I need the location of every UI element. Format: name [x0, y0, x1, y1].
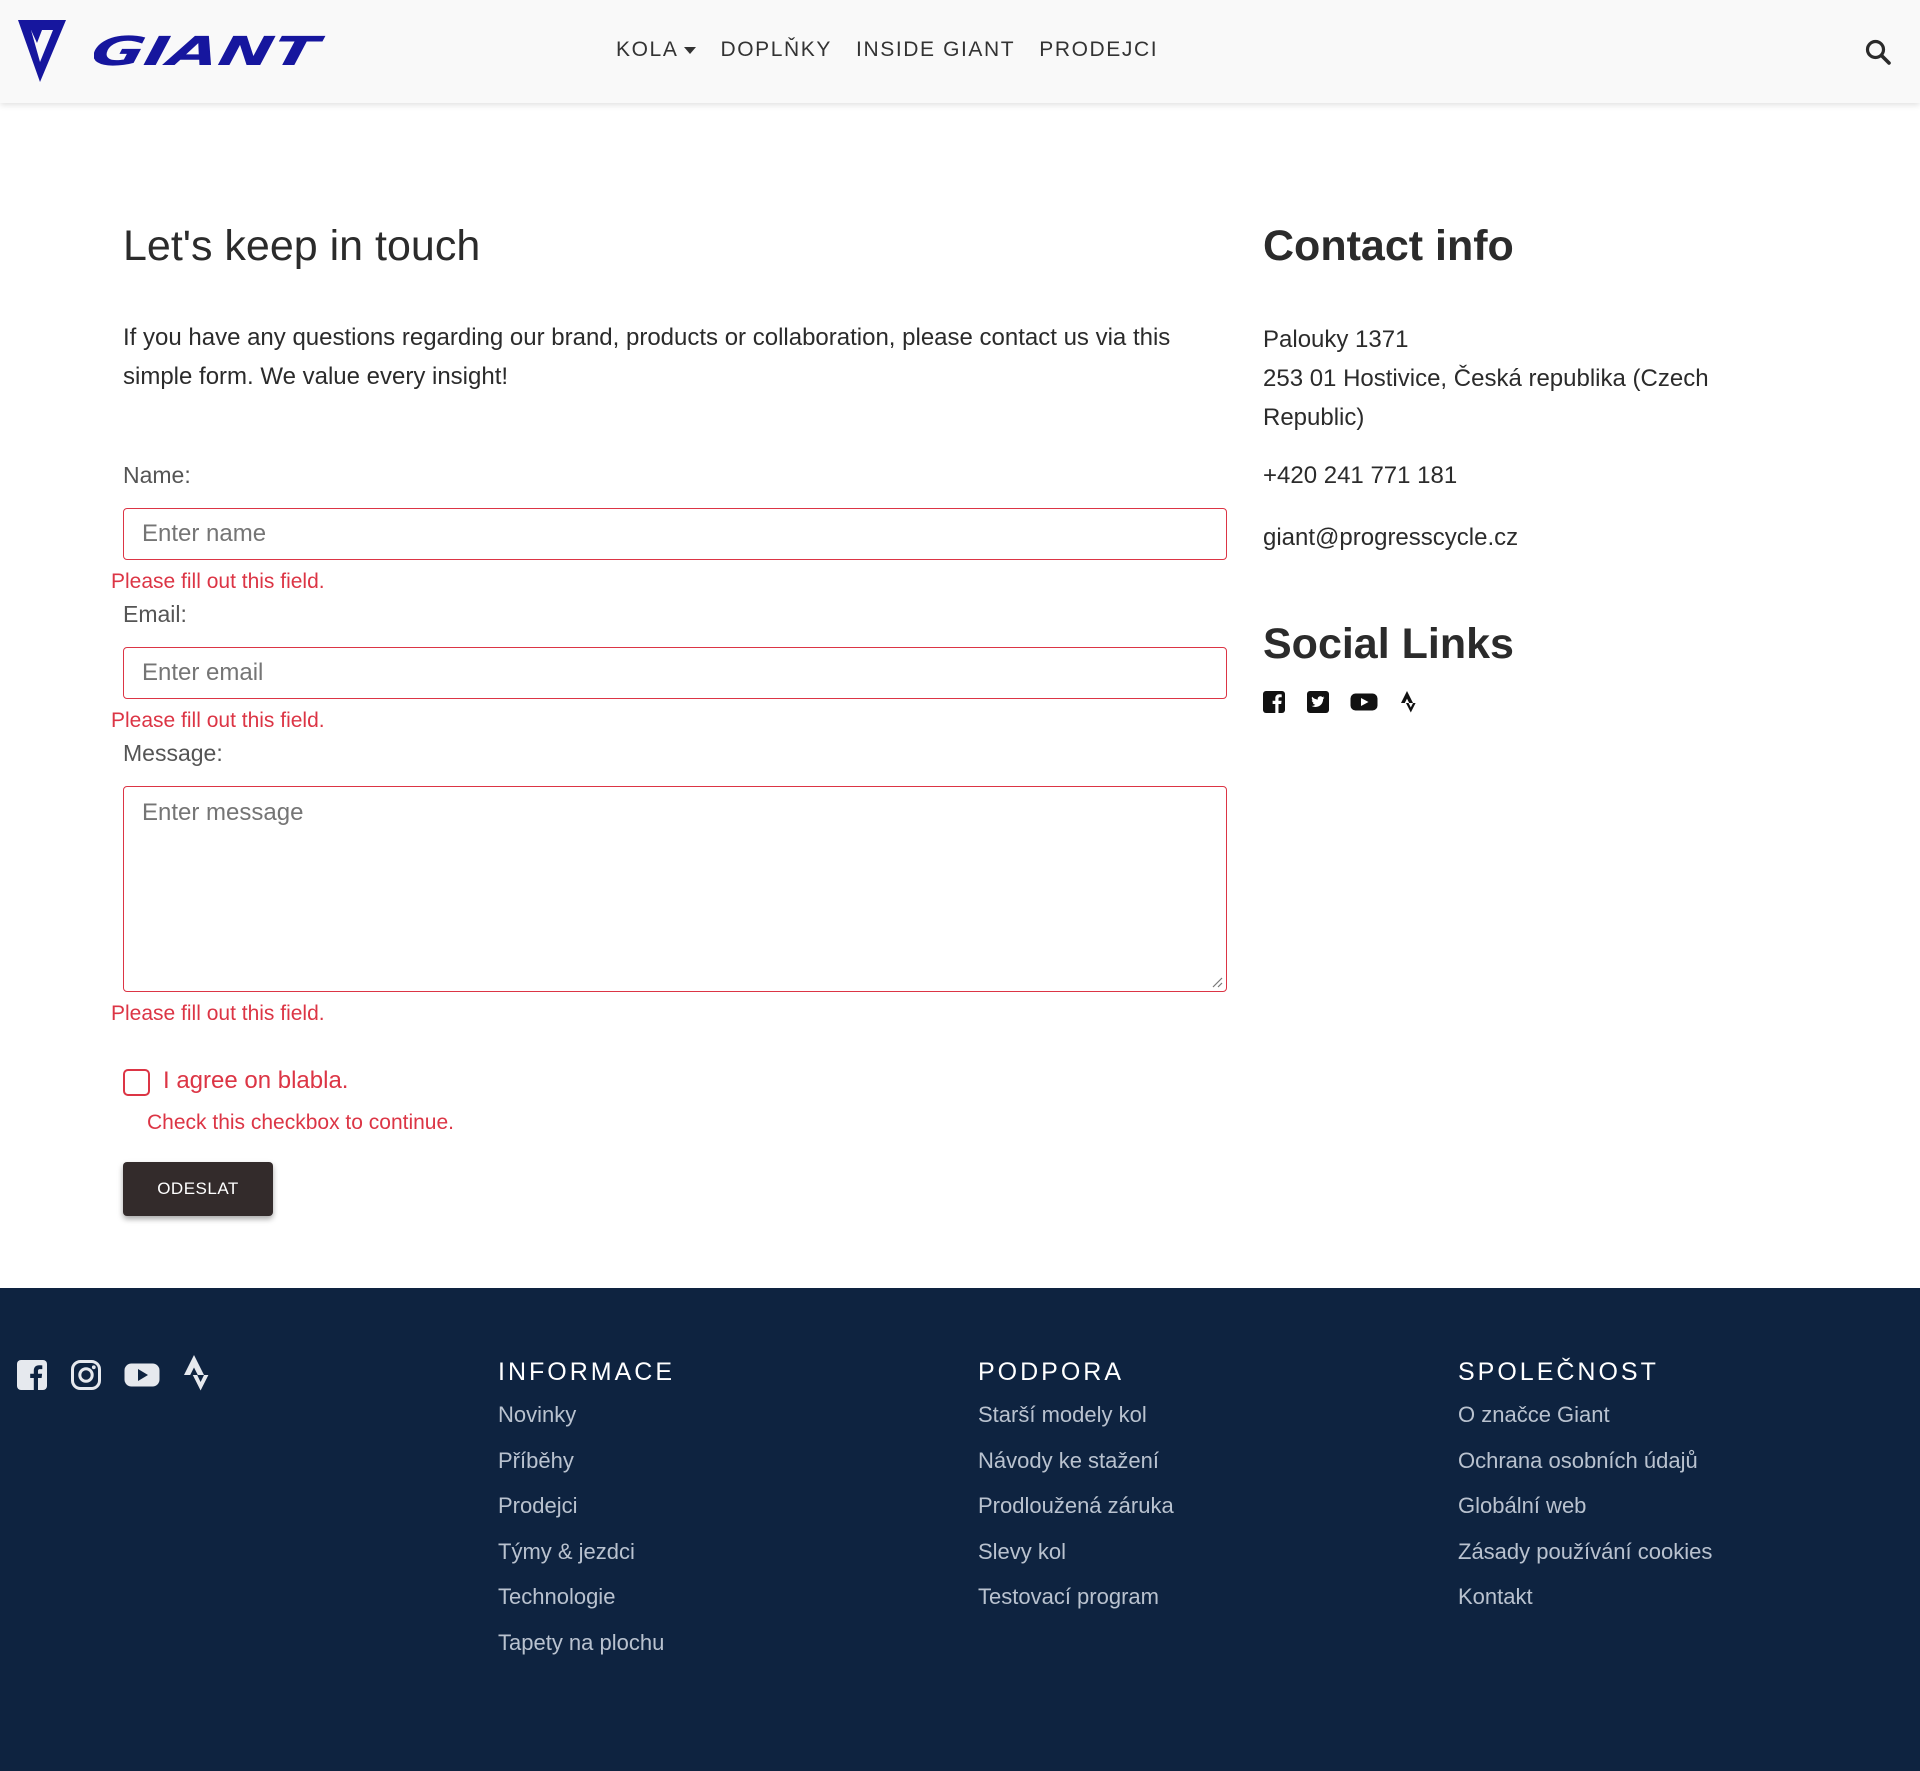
contact-address: Palouky 1371 253 01 Hostivice, Česká rep… [1263, 320, 1743, 437]
footer-link-navody[interactable]: Návody ke stažení [978, 1447, 1174, 1493]
brand-wordmark-text: GIANT [94, 32, 328, 70]
footer-link-starsi-modely[interactable]: Starší modely kol [978, 1401, 1174, 1447]
name-error: Please fill out this field. [111, 570, 325, 593]
site-header: GIANT KOLA DOPLŇKY INSIDE GIANT PRODEJCI [0, 0, 1920, 103]
email-input[interactable] [123, 647, 1227, 699]
agree-label[interactable]: I agree on blabla. [163, 1067, 348, 1095]
footer-link-novinky[interactable]: Novinky [498, 1401, 675, 1447]
name-input[interactable] [123, 508, 1227, 560]
footer-link-o-znacce[interactable]: O značce Giant [1458, 1401, 1712, 1447]
footer-col-title: PODPORA [978, 1358, 1125, 1386]
facebook-icon[interactable] [16, 1359, 48, 1391]
nav-item-label: PRODEJCI [1039, 38, 1159, 61]
address-line-1: Palouky 1371 [1263, 326, 1409, 353]
strava-icon[interactable] [1398, 690, 1422, 714]
agree-checkbox[interactable] [123, 1069, 150, 1096]
contact-title: Contact info [1263, 222, 1514, 270]
form-intro: If you have any questions regarding our … [123, 324, 1171, 390]
nav-item-prodejci[interactable]: PRODEJCI [1039, 38, 1158, 62]
footer-col-informace: INFORMACE Novinky Příběhy Prodejci Týmy … [498, 1358, 675, 1674]
facebook-icon[interactable] [1262, 690, 1286, 714]
message-textarea-wrapper[interactable] [123, 786, 1227, 992]
youtube-icon[interactable] [1350, 690, 1378, 714]
contact-phone: +420 241 771 181 [1263, 462, 1458, 489]
submit-button[interactable]: ODESLAT [123, 1162, 273, 1216]
message-error: Please fill out this field. [111, 1002, 325, 1025]
footer-link-zaruka[interactable]: Prodloužená záruka [978, 1492, 1174, 1538]
strava-icon[interactable] [182, 1354, 214, 1396]
footer-link-slevy[interactable]: Slevy kol [978, 1538, 1174, 1584]
footer-link-globalni-web[interactable]: Globální web [1458, 1492, 1712, 1538]
nav-item-doplnky[interactable]: DOPLŇKY [720, 38, 832, 62]
footer-link-cookies[interactable]: Zásady používání cookies [1458, 1538, 1712, 1584]
main-nav: KOLA DOPLŇKY INSIDE GIANT PRODEJCI [616, 38, 1182, 62]
twitter-icon[interactable] [1306, 690, 1330, 714]
footer-col-podpora: PODPORA Starší modely kol Návody ke staž… [978, 1358, 1174, 1629]
email-error: Please fill out this field. [111, 709, 325, 732]
instagram-icon[interactable] [70, 1359, 102, 1391]
nav-item-kola[interactable]: KOLA [616, 38, 697, 62]
social-links [1262, 690, 1422, 714]
footer-col-spolecnost: SPOLEČNOST O značce Giant Ochrana osobní… [1458, 1358, 1712, 1629]
contact-email[interactable]: giant@progresscycle.cz [1263, 524, 1518, 552]
nav-item-label: DOPLŇKY [720, 38, 833, 61]
social-links-title: Social Links [1263, 620, 1514, 668]
address-line-2: 253 01 Hostivice, Česká republika (Czech… [1263, 365, 1709, 431]
footer-link-ochrana-udaju[interactable]: Ochrana osobních údajů [1458, 1447, 1712, 1493]
footer-link-tapety[interactable]: Tapety na plochu [498, 1629, 675, 1675]
agree-error: Check this checkbox to continue. [147, 1111, 455, 1134]
youtube-icon[interactable] [124, 1359, 160, 1391]
message-textarea[interactable] [124, 787, 1226, 991]
footer-col-title: INFORMACE [498, 1358, 675, 1386]
footer-link-prodejci[interactable]: Prodejci [498, 1492, 675, 1538]
footer-social-links [16, 1354, 214, 1396]
message-label: Message: [123, 740, 223, 766]
giant-logo-wordmark[interactable]: GIANT [94, 32, 334, 70]
nav-item-label: KOLA [616, 38, 679, 61]
footer-link-testovaci-program[interactable]: Testovací program [978, 1583, 1174, 1629]
resize-grip-icon[interactable] [1211, 976, 1223, 988]
footer-col-title: SPOLEČNOST [1458, 1358, 1659, 1386]
form-title: Let's keep in touch [123, 222, 481, 270]
footer-link-kontakt[interactable]: Kontakt [1458, 1583, 1712, 1629]
nav-item-label: INSIDE GIANT [856, 38, 1016, 61]
email-label: Email: [123, 601, 187, 627]
search-icon[interactable] [1864, 38, 1892, 66]
nav-item-inside-giant[interactable]: INSIDE GIANT [856, 38, 1015, 62]
footer-link-technologie[interactable]: Technologie [498, 1583, 675, 1629]
footer-link-pribehy[interactable]: Příběhy [498, 1447, 675, 1493]
name-label: Name: [123, 462, 191, 488]
footer-link-tymy-jezdci[interactable]: Týmy & jezdci [498, 1538, 675, 1584]
caret-down-icon [684, 46, 697, 54]
giant-logo-mark-icon[interactable] [18, 20, 66, 82]
